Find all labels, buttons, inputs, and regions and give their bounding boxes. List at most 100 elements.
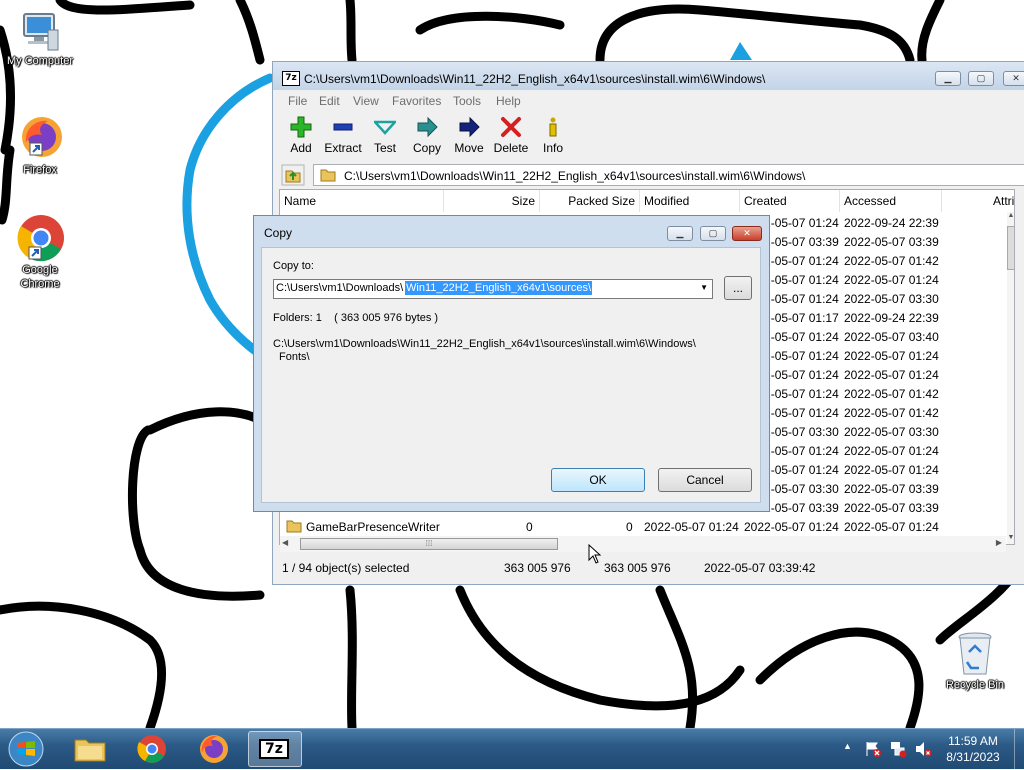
7zip-app-icon: 7z — [282, 71, 300, 86]
mouse-cursor-icon — [588, 544, 602, 564]
size-cell: 0 — [526, 520, 533, 534]
delete-button[interactable]: Delete — [490, 116, 532, 160]
extract-button[interactable]: Extract — [322, 116, 364, 160]
status-selected: 1 / 94 object(s) selected — [282, 561, 410, 575]
accessed-cell: 2022-05-07 01:24 — [844, 520, 939, 534]
menu-edit[interactable]: Edit — [319, 94, 340, 108]
browse-button[interactable]: ... — [724, 276, 752, 300]
show-hidden-icons-button[interactable]: ▲ — [843, 741, 852, 751]
menu-view[interactable]: View — [353, 94, 379, 108]
accessed-cell: 2022-05-07 03:39 — [844, 501, 939, 515]
folder-up-icon[interactable] — [281, 164, 305, 186]
desktop-icon-my-computer[interactable]: My Computer — [0, 10, 80, 68]
destination-path-selected: Win11_22H2_English_x64v1\sources\ — [405, 281, 593, 295]
taskbar-firefox[interactable] — [192, 732, 236, 766]
folder-icon — [320, 169, 336, 182]
scroll-right-arrow[interactable]: ▶ — [996, 538, 1002, 547]
destination-combo[interactable]: C:\Users\vm1\Downloads\ Win11_22H2_Engli… — [273, 279, 713, 299]
move-button[interactable]: Move — [448, 116, 490, 160]
source-path-line2: Fonts\ — [279, 351, 310, 363]
column-created[interactable]: Created — [740, 190, 840, 212]
menu-tools[interactable]: Tools — [453, 94, 481, 108]
action-center-flag-icon[interactable] — [864, 740, 882, 758]
cancel-button[interactable]: Cancel — [658, 468, 752, 492]
copy-arrow-icon — [417, 116, 438, 138]
accessed-cell: 2022-09-24 22:39 — [844, 216, 939, 230]
computer-icon — [23, 13, 59, 51]
title-bar[interactable]: 7z C:\Users\vm1\Downloads\Win11_22H2_Eng… — [273, 62, 1024, 90]
scroll-left-arrow[interactable]: ◀ — [282, 538, 288, 547]
move-label: Move — [454, 141, 484, 155]
column-name[interactable]: Name — [280, 190, 444, 212]
desktop-icon-firefox[interactable]: Firefox — [0, 115, 80, 177]
status-packed-size: 363 005 976 — [604, 561, 671, 575]
taskbar-chrome[interactable] — [130, 732, 174, 766]
clock[interactable]: 11:59 AM 8/31/2023 — [935, 733, 1011, 765]
minimize-button[interactable]: ▁ — [935, 71, 961, 86]
dialog-close-button[interactable]: ✕ — [732, 226, 762, 241]
vertical-scrollbar[interactable]: ▲ ▼ — [1007, 212, 1014, 544]
add-button[interactable]: Add — [280, 116, 322, 160]
ok-button[interactable]: OK — [551, 468, 645, 492]
accessed-cell: 2022-05-07 01:24 — [844, 349, 939, 363]
dialog-maximize-button[interactable]: ▢ — [700, 226, 726, 241]
folder-icon — [286, 520, 302, 533]
column-accessed[interactable]: Accessed — [840, 190, 942, 212]
desktop-icon-recycle-bin[interactable]: Recycle Bin — [935, 630, 1015, 692]
column-modified[interactable]: Modified — [640, 190, 740, 212]
modified-cell: 2022-05-07 01:24 — [644, 520, 739, 534]
show-desktop-button[interactable] — [1014, 729, 1024, 769]
chevron-down-icon[interactable]: ▼ — [700, 283, 708, 292]
created-cell: 2022-05-07 01:24 — [744, 520, 839, 534]
accessed-cell: 2022-05-07 01:24 — [844, 273, 939, 287]
add-label: Add — [290, 141, 312, 155]
status-size: 363 005 976 — [504, 561, 571, 575]
copy-dialog: Copy ▁ ▢ ✕ Copy to: C:\Users\vm1\Downloa… — [253, 215, 770, 512]
network-icon[interactable] — [889, 740, 907, 758]
taskbar-7zip[interactable]: 7z — [248, 731, 302, 767]
start-button[interactable] — [6, 731, 46, 767]
toolbar: Add Extract Test Copy Move Delete Info — [273, 110, 1024, 160]
horizontal-scrollbar[interactable]: ◀ ⁞⁞⁞ ▶ — [280, 536, 1006, 552]
accessed-cell: 2022-05-07 03:39 — [844, 235, 939, 249]
check-icon — [374, 120, 396, 135]
copy-button[interactable]: Copy — [406, 116, 448, 160]
address-field[interactable]: C:\Users\vm1\Downloads\Win11_22H2_Englis… — [313, 164, 1024, 186]
menu-file[interactable]: File — [288, 94, 307, 108]
accessed-cell: 2022-05-07 01:24 — [844, 368, 939, 382]
menu-favorites[interactable]: Favorites — [392, 94, 441, 108]
accessed-cell: 2022-05-07 01:42 — [844, 406, 939, 420]
accessed-cell: 2022-05-07 03:40 — [844, 330, 939, 344]
menu-help[interactable]: Help — [496, 94, 521, 108]
table-row[interactable]: GameBarPresenceWriter 0 0 2022-05-07 01:… — [280, 517, 1014, 536]
test-button[interactable]: Test — [364, 116, 406, 160]
address-bar: C:\Users\vm1\Downloads\Win11_22H2_Englis… — [279, 163, 1024, 187]
taskbar: 7z ▲ 11:59 AM 8/31/2023 — [0, 728, 1024, 769]
window-title: C:\Users\vm1\Downloads\Win11_22H2_Englis… — [304, 72, 766, 86]
scroll-up-arrow[interactable]: ▲ — [1007, 212, 1014, 222]
destination-path-prefix: C:\Users\vm1\Downloads\ — [276, 282, 404, 294]
scroll-down-arrow[interactable]: ▼ — [1007, 534, 1014, 544]
copy-to-label: Copy to: — [273, 260, 314, 272]
close-button[interactable]: ✕ — [1003, 71, 1024, 86]
taskbar-explorer[interactable] — [68, 732, 112, 766]
dialog-body: Copy to: C:\Users\vm1\Downloads\ Win11_2… — [261, 247, 761, 503]
volume-icon[interactable] — [914, 740, 932, 758]
chrome-icon — [137, 735, 166, 763]
maximize-button[interactable]: ▢ — [968, 71, 994, 86]
dialog-minimize-button[interactable]: ▁ — [667, 226, 693, 241]
clock-time: 11:59 AM — [948, 734, 998, 748]
column-attrib[interactable]: Attrib — [942, 190, 1014, 212]
minus-icon — [333, 123, 353, 131]
desktop-icon-google-chrome[interactable]: Google Chrome — [0, 213, 80, 291]
column-packed-size[interactable]: Packed Size — [540, 190, 640, 212]
scrollbar-thumb[interactable]: ⁞⁞⁞ — [300, 538, 558, 550]
desktop-icon-label: Recycle Bin — [945, 679, 1005, 691]
firefox-icon — [200, 735, 228, 763]
scrollbar-thumb[interactable] — [1007, 226, 1014, 270]
firefox-icon — [22, 117, 62, 157]
accessed-cell: 2022-09-24 22:39 — [844, 311, 939, 325]
accessed-cell: 2022-05-07 01:24 — [844, 463, 939, 477]
info-button[interactable]: Info — [532, 116, 574, 160]
column-size[interactable]: Size — [444, 190, 540, 212]
